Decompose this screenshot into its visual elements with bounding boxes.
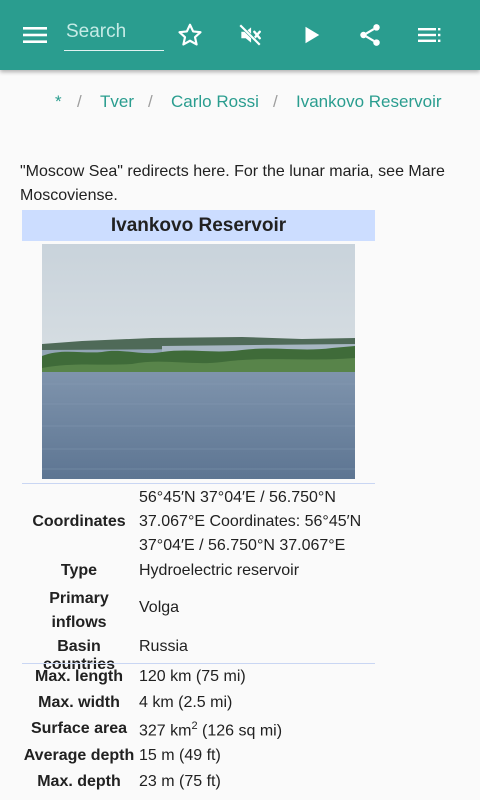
row-label: Max. width — [38, 694, 120, 711]
infobox-row-max-width: Max. width 4 km (2.5 mi) — [22, 694, 480, 718]
row-label: Surface area — [30, 720, 128, 737]
infobox-row-max-depth: Max. depth 23 m (75 ft) — [22, 773, 480, 797]
row-label: Type — [60, 562, 98, 579]
row-value: 120 km (75 mi) — [139, 668, 246, 685]
infobox-row-coordinates: Coordinates 56°45′N 37°04′E / 56.750°N 3… — [22, 486, 480, 558]
row-value: 327 km2 (126 sq mi) — [139, 720, 283, 740]
contents-button[interactable] — [411, 16, 449, 54]
breadcrumb-item-carlo-rossi[interactable]: Carlo Rossi — [171, 92, 259, 112]
row-value[interactable]: Russia — [139, 638, 379, 656]
infobox: Ivankovo Reservoir Coordinates 56°45′N 3… — [22, 210, 375, 790]
play-icon — [305, 26, 320, 44]
share-button[interactable] — [351, 16, 389, 54]
hamburger-menu-icon — [23, 27, 47, 43]
breadcrumb-separator: / — [77, 92, 82, 111]
infobox-row-surface-area: Surface area 327 km2 (126 sq mi) — [22, 720, 480, 744]
row-label: Max. depth — [37, 773, 121, 790]
star-icon — [178, 23, 202, 46]
infobox-row-basin-countries: Basin countries Russia — [22, 638, 480, 673]
row-value[interactable]: Hydroelectric reservoir — [139, 562, 379, 580]
row-value: 15 m (49 ft) — [139, 747, 221, 764]
infobox-row-primary-inflows: Primary inflows Volga — [22, 587, 480, 635]
infobox-divider — [22, 663, 375, 664]
menu-button[interactable] — [16, 16, 54, 54]
infobox-row-average-depth: Average depth 15 m (49 ft) — [22, 747, 480, 771]
row-label: Primary inflows — [49, 590, 109, 631]
infobox-title: Ivankovo Reservoir — [22, 210, 375, 241]
infobox-row-max-length: Max. length 120 km (75 mi) — [22, 668, 480, 692]
row-label: Coordinates — [32, 513, 126, 530]
list-icon — [418, 28, 441, 42]
infobox-divider — [22, 483, 375, 484]
breadcrumb-item-tver[interactable]: Tver — [100, 92, 134, 112]
coordinates-link[interactable]: 56°45′N 37°04′E / 56.750°N 37.067°E Coor… — [139, 486, 379, 558]
mute-button[interactable] — [231, 16, 269, 54]
row-value: 23 m (75 ft) — [139, 773, 221, 790]
search-input[interactable] — [64, 14, 164, 51]
mute-icon — [239, 24, 261, 46]
infobox-row-type: Type Hydroelectric reservoir — [22, 562, 480, 586]
share-icon — [360, 24, 380, 46]
breadcrumb-separator: / — [273, 92, 278, 111]
row-label: Average depth — [23, 747, 135, 764]
play-button[interactable] — [292, 16, 330, 54]
reservoir-photo[interactable] — [42, 244, 355, 479]
hatnote-text: "Moscow Sea" redirects here. For the lun… — [20, 163, 445, 204]
breadcrumb-item-home[interactable]: * — [55, 92, 62, 112]
breadcrumb-item-current[interactable]: Ivankovo Reservoir — [296, 92, 442, 112]
app-bar — [0, 0, 480, 70]
row-value[interactable]: Volga — [139, 599, 379, 617]
breadcrumb-separator: / — [148, 92, 153, 111]
bookmark-button[interactable] — [171, 16, 209, 54]
row-label: Max. length — [34, 668, 123, 685]
row-value: 4 km (2.5 mi) — [139, 694, 233, 711]
